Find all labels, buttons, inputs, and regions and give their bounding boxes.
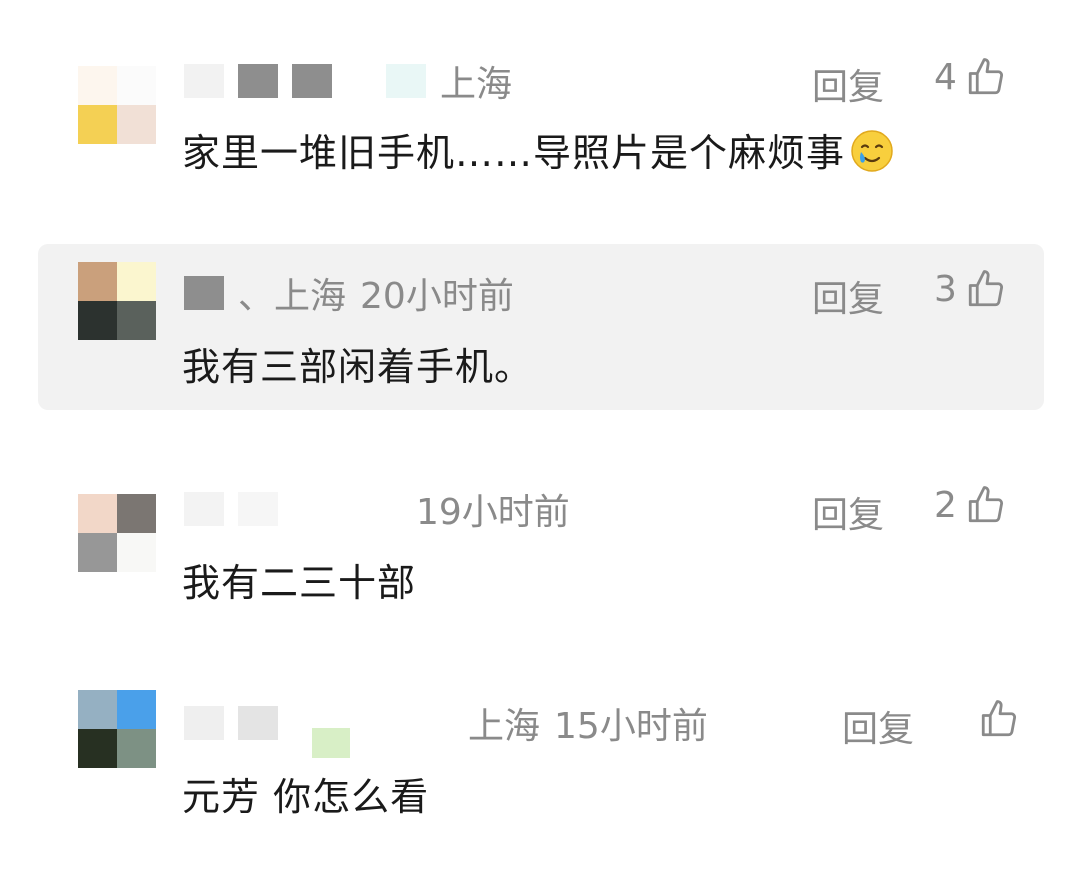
avatar[interactable]	[78, 494, 156, 572]
location-label: 、上海	[238, 276, 347, 317]
like-button[interactable]: 2	[934, 484, 1007, 526]
reply-button[interactable]: 回复	[812, 486, 884, 538]
username-blur	[238, 706, 278, 740]
crying-smile-emoji	[851, 130, 893, 172]
avatar[interactable]	[78, 690, 156, 768]
avatar[interactable]	[78, 66, 156, 144]
location-label: 上海	[440, 64, 513, 105]
username-blur	[386, 64, 426, 98]
comment-text: 我有三部闲着手机。	[182, 345, 534, 389]
location-label: 上海	[468, 706, 541, 747]
username-blur	[184, 706, 224, 740]
like-button[interactable]: 3	[934, 268, 1007, 310]
thumbs-up-icon	[968, 270, 1003, 307]
time-label: 15小时前	[554, 706, 708, 747]
avatar[interactable]	[78, 262, 156, 340]
comment-text-body: 家里一堆旧手机……导照片是个麻烦事	[182, 131, 846, 175]
comment-text: 元芳 你怎么看	[182, 775, 430, 819]
reply-button[interactable]: 回复	[842, 700, 914, 752]
reply-button[interactable]: 回复	[812, 58, 884, 110]
thumbs-up-icon	[981, 700, 1017, 737]
comment-meta: 、上海 20小时前	[184, 268, 514, 318]
time-label: 20小时前	[360, 276, 514, 317]
username-blur	[292, 64, 332, 98]
blur-patch	[312, 728, 350, 758]
username-blur	[238, 492, 278, 526]
username-blur	[184, 276, 224, 310]
like-button[interactable]	[970, 698, 1020, 740]
comment-meta: 19小时前	[184, 484, 570, 534]
comment-meta: 上海 15小时前	[184, 698, 708, 748]
reply-button[interactable]: 回复	[812, 270, 884, 322]
like-count: 3	[934, 268, 957, 310]
username-blur	[184, 492, 224, 526]
like-count: 2	[934, 484, 957, 526]
thumbs-up-icon	[968, 58, 1003, 95]
username-blur	[238, 64, 278, 98]
time-label: 19小时前	[416, 492, 570, 533]
thumbs-up-icon	[968, 486, 1003, 523]
comment-text: 我有二三十部	[182, 561, 417, 605]
like-button[interactable]: 4	[934, 56, 1007, 98]
comment-text: 家里一堆旧手机……导照片是个麻烦事	[182, 122, 895, 177]
like-count: 4	[934, 56, 957, 98]
username-blur	[184, 64, 224, 98]
comment-meta: 上海	[184, 56, 512, 106]
